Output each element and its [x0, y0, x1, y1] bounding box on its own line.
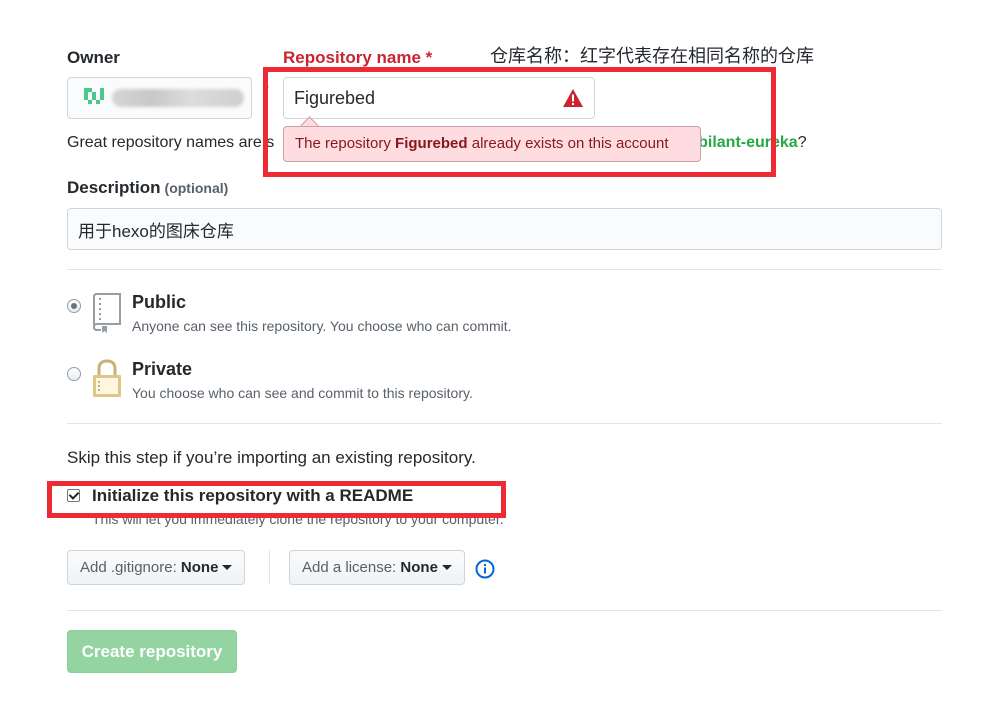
gitignore-dropdown[interactable]: Add .gitignore: None	[67, 550, 246, 585]
divider	[67, 610, 942, 611]
caret-down-icon	[222, 565, 233, 570]
create-repository-button[interactable]: Create repository	[67, 630, 237, 673]
public-description: Anyone can see this repository. You choo…	[132, 318, 512, 334]
private-radio[interactable]	[67, 367, 81, 381]
lock-icon	[93, 359, 121, 397]
annotation-text: 仓库名称：红字代表存在相同名称的仓库	[490, 46, 814, 67]
divider	[67, 423, 942, 424]
divider	[67, 269, 942, 270]
button-separator	[269, 550, 270, 585]
license-dropdown[interactable]: Add a license: None	[289, 550, 465, 585]
description-label: Description (optional)	[67, 178, 228, 198]
owner-name-blurred	[112, 89, 244, 107]
gitignore-prefix: Add .gitignore:	[80, 559, 181, 576]
owner-label: Owner	[67, 48, 120, 67]
suggestion-end: ?	[797, 134, 807, 151]
annotation-box-repo-name	[263, 67, 776, 177]
description-input[interactable]	[67, 208, 942, 250]
description-label-text: Description	[67, 178, 161, 197]
private-description: You choose who can see and commit to thi…	[132, 385, 473, 401]
identicon	[84, 88, 104, 104]
info-icon[interactable]	[475, 559, 495, 579]
caret-down-icon	[441, 565, 452, 570]
annotation-box-readme	[47, 481, 506, 518]
description-optional: (optional)	[164, 180, 229, 196]
repo-icon	[93, 293, 121, 333]
skip-step-text: Skip this step if you’re importing an ex…	[67, 448, 476, 467]
owner-select[interactable]	[67, 77, 252, 119]
public-radio[interactable]	[67, 299, 81, 313]
gitignore-value: None	[180, 559, 219, 576]
suggestion-text: Great repository names are s	[67, 134, 275, 151]
license-prefix: Add a license:	[302, 559, 401, 576]
public-title: Public	[132, 292, 187, 312]
private-title: Private	[132, 359, 193, 379]
license-value: None	[400, 559, 438, 576]
repo-name-label: Repository name *	[283, 48, 433, 67]
